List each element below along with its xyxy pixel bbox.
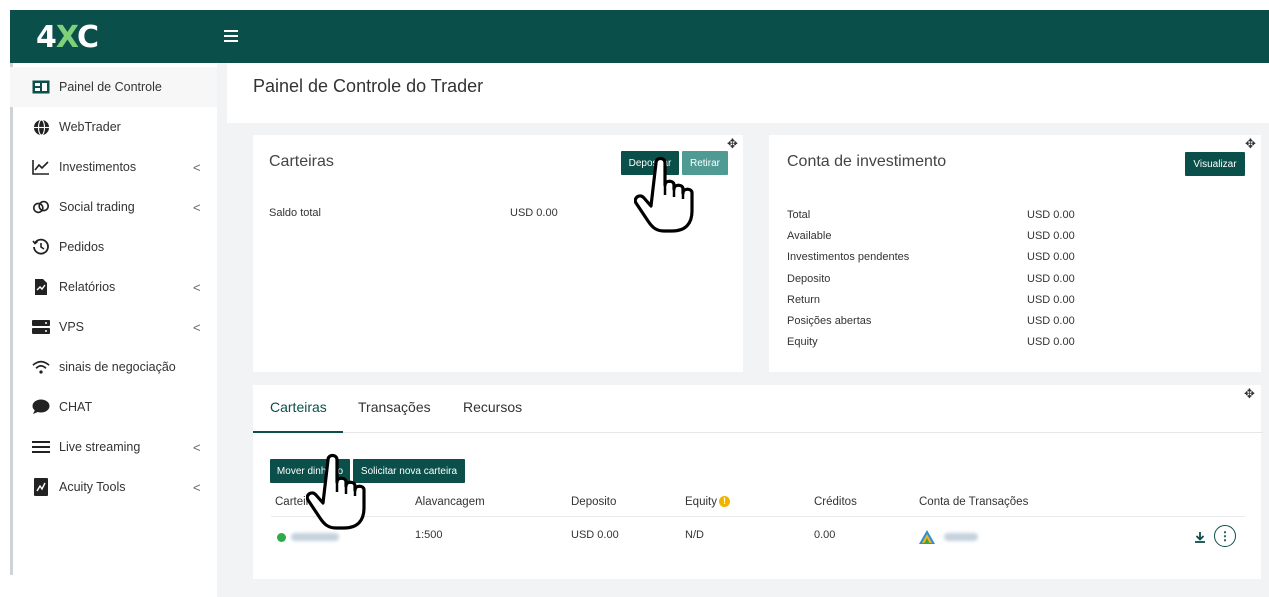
investment-row-label: Equity — [787, 336, 818, 349]
active-tab-indicator — [253, 431, 343, 433]
account-id-redacted — [944, 533, 979, 541]
page-title: Painel de Controle do Trader — [253, 76, 484, 96]
investment-row-label: Available — [787, 230, 832, 243]
sidebar-item-live-streaming[interactable]: Live streaming < — [10, 427, 217, 467]
investment-row-value: USD 0.00 — [1027, 251, 1075, 264]
investment-row-value: USD 0.00 — [1027, 272, 1075, 285]
chevron-left-icon: < — [193, 319, 201, 335]
chevron-left-icon: < — [193, 279, 201, 295]
status-dot — [277, 532, 286, 542]
sidebar-item-acuity-tools[interactable]: Acuity Tools < — [10, 467, 217, 507]
tab-transacoes[interactable]: Transações — [358, 399, 431, 415]
sidebar-item-label: Investimentos — [59, 160, 137, 174]
wallet-cell[interactable] — [277, 531, 340, 543]
investment-row-value: USD 0.00 — [1027, 209, 1075, 221]
investment-row-value: USD 0.00 — [1027, 315, 1075, 327]
sidebar-item-chat[interactable]: CHAT — [10, 387, 217, 427]
investment-card: Conta de investimento ✥ Visualizar Total… — [769, 135, 1261, 372]
sidebar-item-label: Relatórios — [59, 280, 116, 294]
wifi-icon — [32, 358, 50, 376]
tab-carteiras[interactable]: Carteiras — [270, 399, 327, 415]
column-header-deposit[interactable]: Deposito — [571, 496, 616, 508]
hamburger-menu-icon[interactable] — [224, 30, 238, 42]
move-icon[interactable]: ✥ — [1245, 136, 1256, 152]
sidebar-item-pedidos[interactable]: Pedidos — [10, 227, 217, 267]
move-icon[interactable]: ✥ — [727, 136, 738, 152]
platform-logo-icon — [919, 530, 935, 544]
sidebar-item-social-trading[interactable]: Social trading < — [10, 187, 217, 227]
chat-icon — [32, 398, 50, 416]
link-icon — [32, 198, 50, 216]
investment-row-label: Total — [787, 209, 811, 221]
sidebar-item-label: Live streaming — [59, 440, 141, 454]
sidebar-item-painel-de-controle[interactable]: Painel de Controle — [10, 67, 217, 107]
sidebar-item-sinais[interactable]: sinais de negociação — [10, 347, 217, 387]
sidebar-item-label: Painel de Controle — [59, 80, 162, 94]
equity-header-label: Equity — [685, 496, 717, 508]
chevron-left-icon: < — [193, 439, 201, 455]
wallets-card-title: Carteiras — [269, 153, 334, 170]
sidebar-item-label: Pedidos — [59, 240, 105, 254]
app-window: 4XC Painel de Controle WebTrader Investi… — [10, 10, 1269, 597]
investment-row-label: Deposito — [787, 272, 831, 285]
download-icon[interactable] — [1194, 530, 1206, 548]
brand-logo[interactable]: 4XC — [36, 20, 99, 55]
sidebar-item-label: VPS — [59, 320, 85, 334]
credits-cell: 0.00 — [814, 529, 836, 541]
sidebar-item-vps[interactable]: VPS < — [10, 307, 217, 347]
info-icon[interactable]: ! — [718, 496, 730, 508]
column-header-account[interactable]: Conta de Transações — [919, 496, 1028, 508]
page-header: Painel de Controle do Trader — [227, 63, 1269, 123]
chart-line-icon — [32, 158, 50, 176]
pointer-hand-icon — [306, 453, 366, 530]
chevron-left-icon: < — [193, 199, 201, 215]
chevron-left-icon: < — [193, 479, 201, 495]
balance-value: USD 0.00 — [510, 207, 558, 219]
table-divider — [271, 516, 1245, 517]
tools-icon — [32, 478, 50, 496]
equity-cell: N/D — [685, 529, 704, 541]
sidebar-item-investimentos[interactable]: Investimentos < — [10, 147, 217, 187]
investment-row-label: Return — [787, 293, 821, 306]
sidebar-item-label: Acuity Tools — [59, 480, 126, 494]
investment-row-value: USD 0.00 — [1027, 293, 1075, 306]
sidebar-item-webtrader[interactable]: WebTrader — [10, 107, 217, 147]
account-cell[interactable] — [919, 530, 979, 544]
investment-row-label: Posições abertas — [787, 315, 872, 327]
sidebar-item-label: sinais de negociação — [59, 360, 176, 374]
column-header-credits[interactable]: Créditos — [814, 496, 857, 508]
sidebar-item-label: WebTrader — [59, 120, 121, 134]
wallet-id-redacted — [291, 533, 340, 542]
pointer-hand-icon — [634, 156, 694, 233]
server-icon — [32, 318, 50, 336]
list-icon — [32, 438, 50, 456]
globe-icon — [32, 118, 50, 136]
investment-row-label: Investimentos pendentes — [787, 251, 910, 264]
sidebar-item-relatorios[interactable]: Relatórios < — [10, 267, 217, 307]
more-options-icon[interactable]: ⋮ — [1214, 525, 1236, 547]
leverage-cell: 1:500 — [415, 529, 443, 541]
column-header-leverage[interactable]: Alavancagem — [415, 496, 485, 508]
dashboard-icon — [32, 78, 50, 96]
view-button[interactable]: Visualizar — [1185, 152, 1245, 176]
tab-bar: Carteiras Transações Recursos — [253, 385, 1263, 433]
history-icon — [32, 238, 50, 256]
column-header-equity[interactable]: Equity! — [685, 496, 730, 508]
sidebar: Painel de Controle WebTrader Investiment… — [10, 63, 217, 597]
chevron-left-icon: < — [193, 159, 201, 175]
wallets-tabs-card: Carteiras Transações Recursos ✥ Mover di… — [253, 385, 1263, 579]
deposit-cell: USD 0.00 — [571, 529, 619, 541]
investment-row-value: USD 0.00 — [1027, 336, 1075, 349]
report-icon — [32, 278, 50, 296]
investment-row-value: USD 0.00 — [1027, 230, 1075, 243]
move-icon[interactable]: ✥ — [1244, 386, 1255, 402]
tab-recursos[interactable]: Recursos — [463, 399, 522, 415]
investment-card-title: Conta de investimento — [787, 153, 947, 170]
sidebar-item-label: CHAT — [59, 400, 93, 414]
balance-label: Saldo total — [269, 207, 321, 219]
sidebar-item-label: Social trading — [59, 200, 135, 214]
top-navbar: 4XC — [10, 10, 1269, 63]
